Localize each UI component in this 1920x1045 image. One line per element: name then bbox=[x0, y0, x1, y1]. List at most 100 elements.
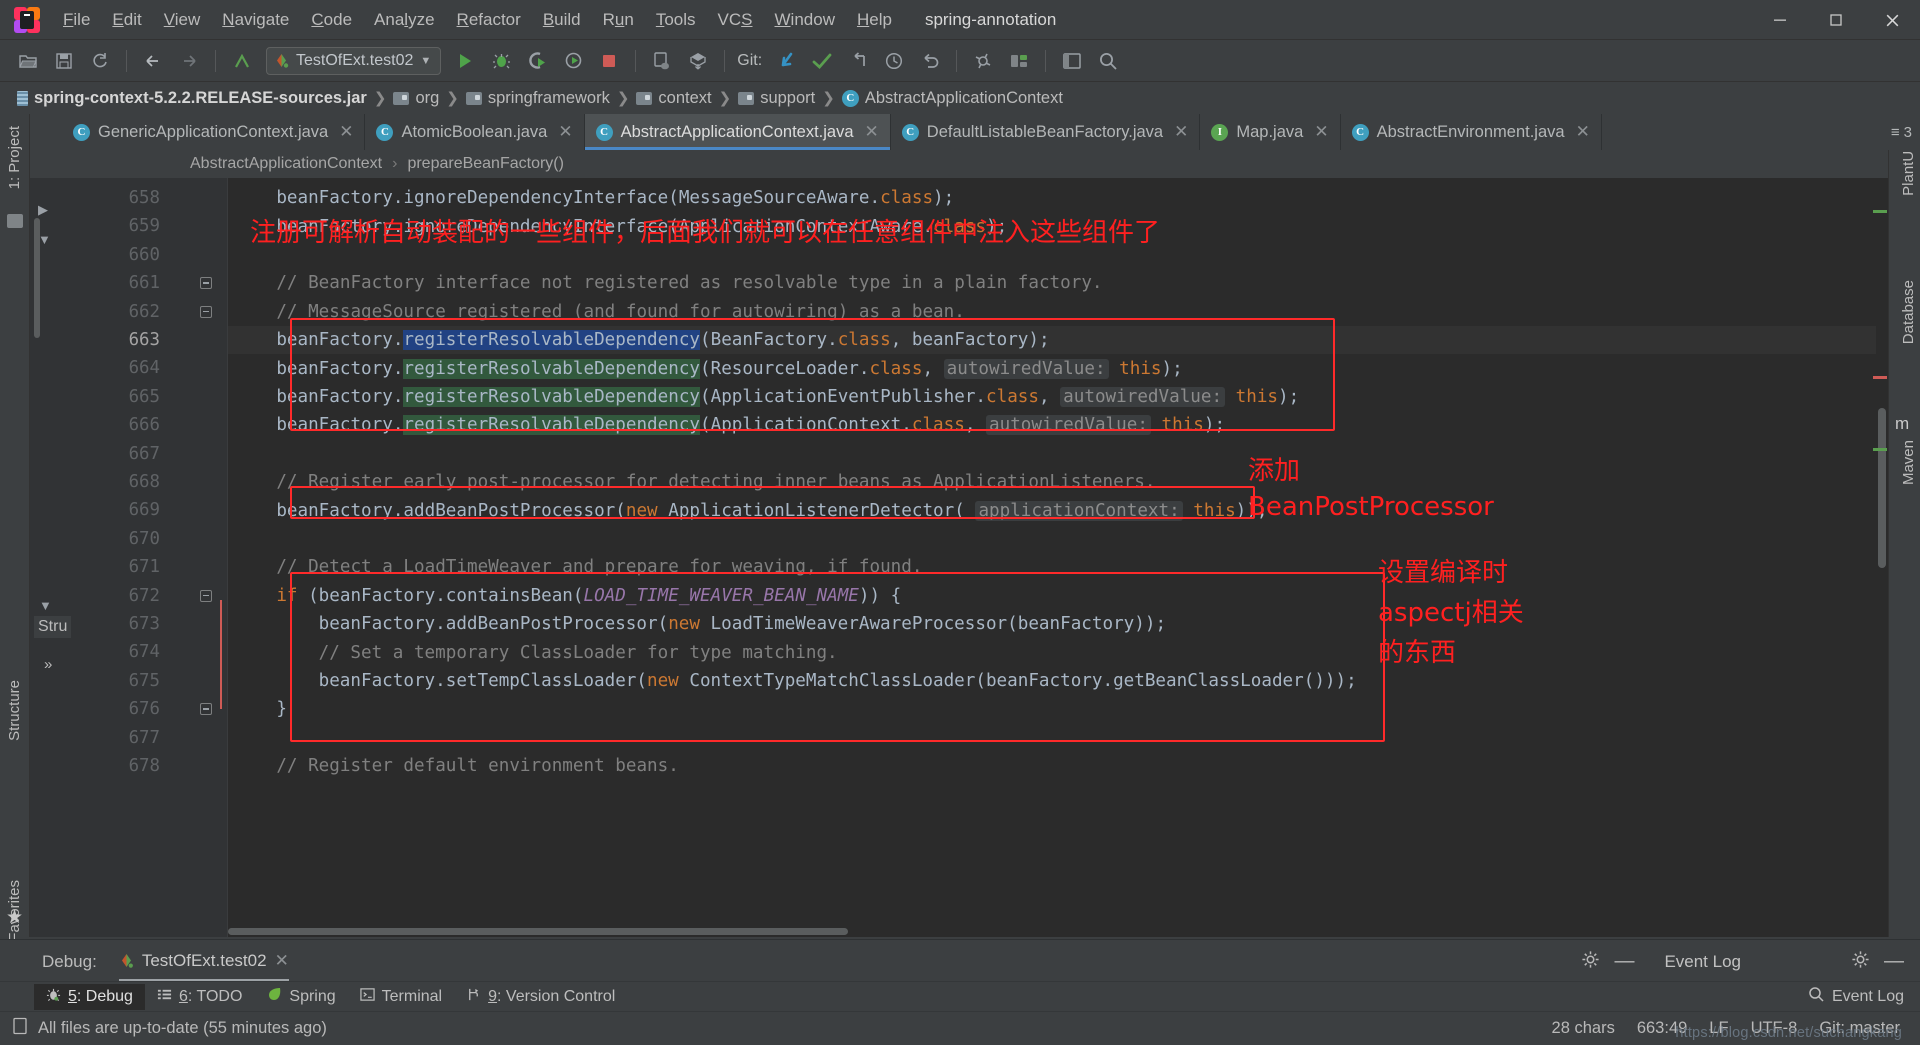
code-editor[interactable]: AbstractApplicationContext › prepareBean… bbox=[30, 150, 1888, 937]
sidebar-item-project[interactable]: 1: Project bbox=[0, 120, 30, 195]
save-all-icon[interactable] bbox=[48, 46, 80, 76]
fold-minus-icon[interactable] bbox=[200, 305, 212, 318]
code-line[interactable]: // MessageSource registered (and found f… bbox=[228, 298, 1888, 326]
code-line[interactable]: beanFactory.addBeanPostProcessor(new App… bbox=[228, 496, 1888, 524]
android-device-manager-icon[interactable] bbox=[646, 46, 678, 76]
code-line[interactable]: // BeanFactory interface not registered … bbox=[228, 269, 1888, 297]
code-line[interactable] bbox=[228, 724, 1888, 752]
push-icon[interactable] bbox=[842, 46, 874, 76]
history-icon[interactable] bbox=[878, 46, 910, 76]
open-folder-icon[interactable] bbox=[12, 46, 44, 76]
sync-refresh-icon[interactable] bbox=[84, 46, 116, 76]
code-line[interactable]: beanFactory.ignoreDependencyInterface(Me… bbox=[228, 184, 1888, 212]
maximize-button[interactable] bbox=[1808, 0, 1864, 40]
menu-item-code[interactable]: Code bbox=[300, 6, 363, 34]
menu-item-view[interactable]: View bbox=[153, 6, 212, 34]
close-tab-icon[interactable]: ✕ bbox=[558, 122, 572, 142]
menu-item-navigate[interactable]: Navigate bbox=[211, 6, 300, 34]
code-line[interactable]: // Set a temporary ClassLoader for type … bbox=[228, 638, 1888, 666]
editor-tab-abstractapplicationcontext[interactable]: C AbstractApplicationContext.java ✕ bbox=[584, 114, 891, 150]
fold-minus-icon[interactable] bbox=[200, 277, 212, 290]
commit-icon[interactable] bbox=[806, 46, 838, 76]
close-tab-icon[interactable]: ✕ bbox=[1576, 122, 1590, 142]
search-everywhere-icon[interactable] bbox=[1092, 46, 1124, 76]
stop-icon[interactable] bbox=[593, 46, 625, 76]
update-project-icon[interactable] bbox=[770, 46, 802, 76]
settings-gear-icon[interactable] bbox=[967, 46, 999, 76]
breadcrumb-item-spring-context-5-2-2-release-sources-jar[interactable]: spring-context-5.2.2.RELEASE-sources.jar bbox=[14, 87, 370, 110]
debug-hide-icon[interactable]: — bbox=[1614, 950, 1634, 973]
back-arrow-icon[interactable] bbox=[137, 46, 169, 76]
tool-window-button-terminal[interactable]: Terminal bbox=[348, 984, 454, 1010]
menu-item-analyze[interactable]: Analyze bbox=[363, 6, 446, 34]
code-line[interactable] bbox=[228, 525, 1888, 553]
breadcrumb-item-support[interactable]: support bbox=[735, 87, 818, 110]
menu-item-edit[interactable]: Edit bbox=[101, 6, 152, 34]
menu-item-tools[interactable]: Tools bbox=[645, 6, 707, 34]
editor-scroll-thumb[interactable] bbox=[1878, 408, 1886, 568]
menu-item-run[interactable]: Run bbox=[592, 6, 645, 34]
close-button[interactable] bbox=[1864, 0, 1920, 40]
debug-icon[interactable] bbox=[485, 46, 517, 76]
rollback-icon[interactable] bbox=[914, 46, 946, 76]
layout-window-icon[interactable] bbox=[1056, 46, 1088, 76]
event-log-hide-icon[interactable]: — bbox=[1884, 950, 1904, 973]
close-tab-icon[interactable]: ✕ bbox=[1314, 122, 1328, 142]
code-line[interactable]: beanFactory. registerResolvableDependency… bbox=[228, 326, 1888, 354]
menu-item-window[interactable]: Window bbox=[764, 6, 846, 34]
tabs-overflow-button[interactable]: ≡ 3 bbox=[1883, 114, 1920, 150]
breadcrumb-item-context[interactable]: context bbox=[633, 87, 714, 110]
editor-fold-column[interactable] bbox=[178, 178, 228, 937]
code-line[interactable]: // Register early post-processor for det… bbox=[228, 468, 1888, 496]
close-session-icon[interactable]: ✕ bbox=[275, 951, 289, 971]
editor-gutter-markers[interactable]: ▶ ▼ ▼ bbox=[30, 178, 58, 937]
editor-hscroll-thumb[interactable] bbox=[228, 928, 848, 935]
menu-item-build[interactable]: Build bbox=[532, 6, 592, 34]
fold-minus-icon[interactable] bbox=[200, 703, 212, 716]
close-tab-icon[interactable]: ✕ bbox=[865, 122, 879, 142]
sidebar-item-structure[interactable]: Structure bbox=[0, 674, 30, 747]
sidebar-item-maven[interactable]: Maven bbox=[1893, 434, 1920, 491]
run-configuration-selector[interactable]: TestOfExt.test02 ▼ bbox=[266, 46, 442, 75]
code-line[interactable]: if (beanFactory.containsBean(LOAD_TIME_W… bbox=[228, 582, 1888, 610]
menu-item-help[interactable]: Help bbox=[846, 6, 903, 34]
breadcrumb-item-abstractapplicationcontext[interactable]: C AbstractApplicationContext bbox=[839, 87, 1066, 110]
editor-tab-genericapplicationcontext[interactable]: C GenericApplicationContext.java ✕ bbox=[62, 114, 366, 150]
code-line[interactable]: // Register default environment beans. bbox=[228, 752, 1888, 780]
menu-item-refactor[interactable]: Refactor bbox=[446, 6, 532, 34]
collapse-gutter-icon-2[interactable]: ▼ bbox=[39, 598, 52, 613]
tool-window-button-debug[interactable]: 5: Debug bbox=[34, 983, 145, 1010]
menu-item-vcs[interactable]: VCS bbox=[707, 6, 764, 34]
code-line[interactable]: // Detect a LoadTimeWeaver and prepare f… bbox=[228, 553, 1888, 581]
breadcrumb-method[interactable]: prepareBeanFactory() bbox=[407, 155, 564, 173]
breadcrumb-item-org[interactable]: org bbox=[390, 87, 442, 110]
expand-chevrons-icon[interactable]: » bbox=[44, 656, 52, 673]
code-line[interactable]: beanFactory. registerResolvableDependency… bbox=[228, 411, 1888, 439]
run-with-coverage-icon[interactable] bbox=[521, 46, 553, 76]
code-line[interactable]: beanFactory.setTempClassLoader(new Conte… bbox=[228, 667, 1888, 695]
menu-item-file[interactable]: File bbox=[52, 6, 101, 34]
code-line[interactable]: beanFactory. registerResolvableDependency… bbox=[228, 383, 1888, 411]
structure-peek-label[interactable]: Stru bbox=[34, 616, 72, 638]
minimize-button[interactable] bbox=[1752, 0, 1808, 40]
code-line[interactable]: } bbox=[228, 695, 1888, 723]
code-line[interactable]: beanFactory.addBeanPostProcessor(new Loa… bbox=[228, 610, 1888, 638]
fold-minus-icon[interactable] bbox=[200, 589, 212, 602]
run-gutter-icon[interactable]: ▶ bbox=[38, 202, 48, 218]
code-line[interactable] bbox=[228, 440, 1888, 468]
debug-session-tab[interactable]: TestOfExt.test02 ✕ bbox=[118, 951, 289, 982]
editor-tab-abstractenvironment[interactable]: C AbstractEnvironment.java ✕ bbox=[1341, 114, 1602, 150]
code-line[interactable]: beanFactory. registerResolvableDependency… bbox=[228, 354, 1888, 382]
tool-window-button-version-control[interactable]: 9: Version Control bbox=[454, 984, 627, 1010]
editor-code-area[interactable]: beanFactory.ignoreDependencyInterface(Me… bbox=[228, 178, 1888, 937]
close-tab-icon[interactable]: ✕ bbox=[339, 122, 353, 142]
forward-arrow-icon[interactable] bbox=[173, 46, 205, 76]
event-log-settings-gear-icon[interactable] bbox=[1851, 950, 1870, 974]
editor-vertical-scrollbar[interactable] bbox=[1873, 178, 1888, 937]
editor-tab-defaultlistablebeanfactory[interactable]: C DefaultListableBeanFactory.java ✕ bbox=[891, 114, 1201, 150]
tool-window-button-todo[interactable]: 6: TODO bbox=[145, 984, 254, 1010]
sdk-manager-icon[interactable] bbox=[682, 46, 714, 76]
profile-icon[interactable] bbox=[557, 46, 589, 76]
editor-tab-map[interactable]: I Map.java ✕ bbox=[1200, 114, 1341, 150]
breadcrumb-class[interactable]: AbstractApplicationContext bbox=[190, 155, 382, 173]
